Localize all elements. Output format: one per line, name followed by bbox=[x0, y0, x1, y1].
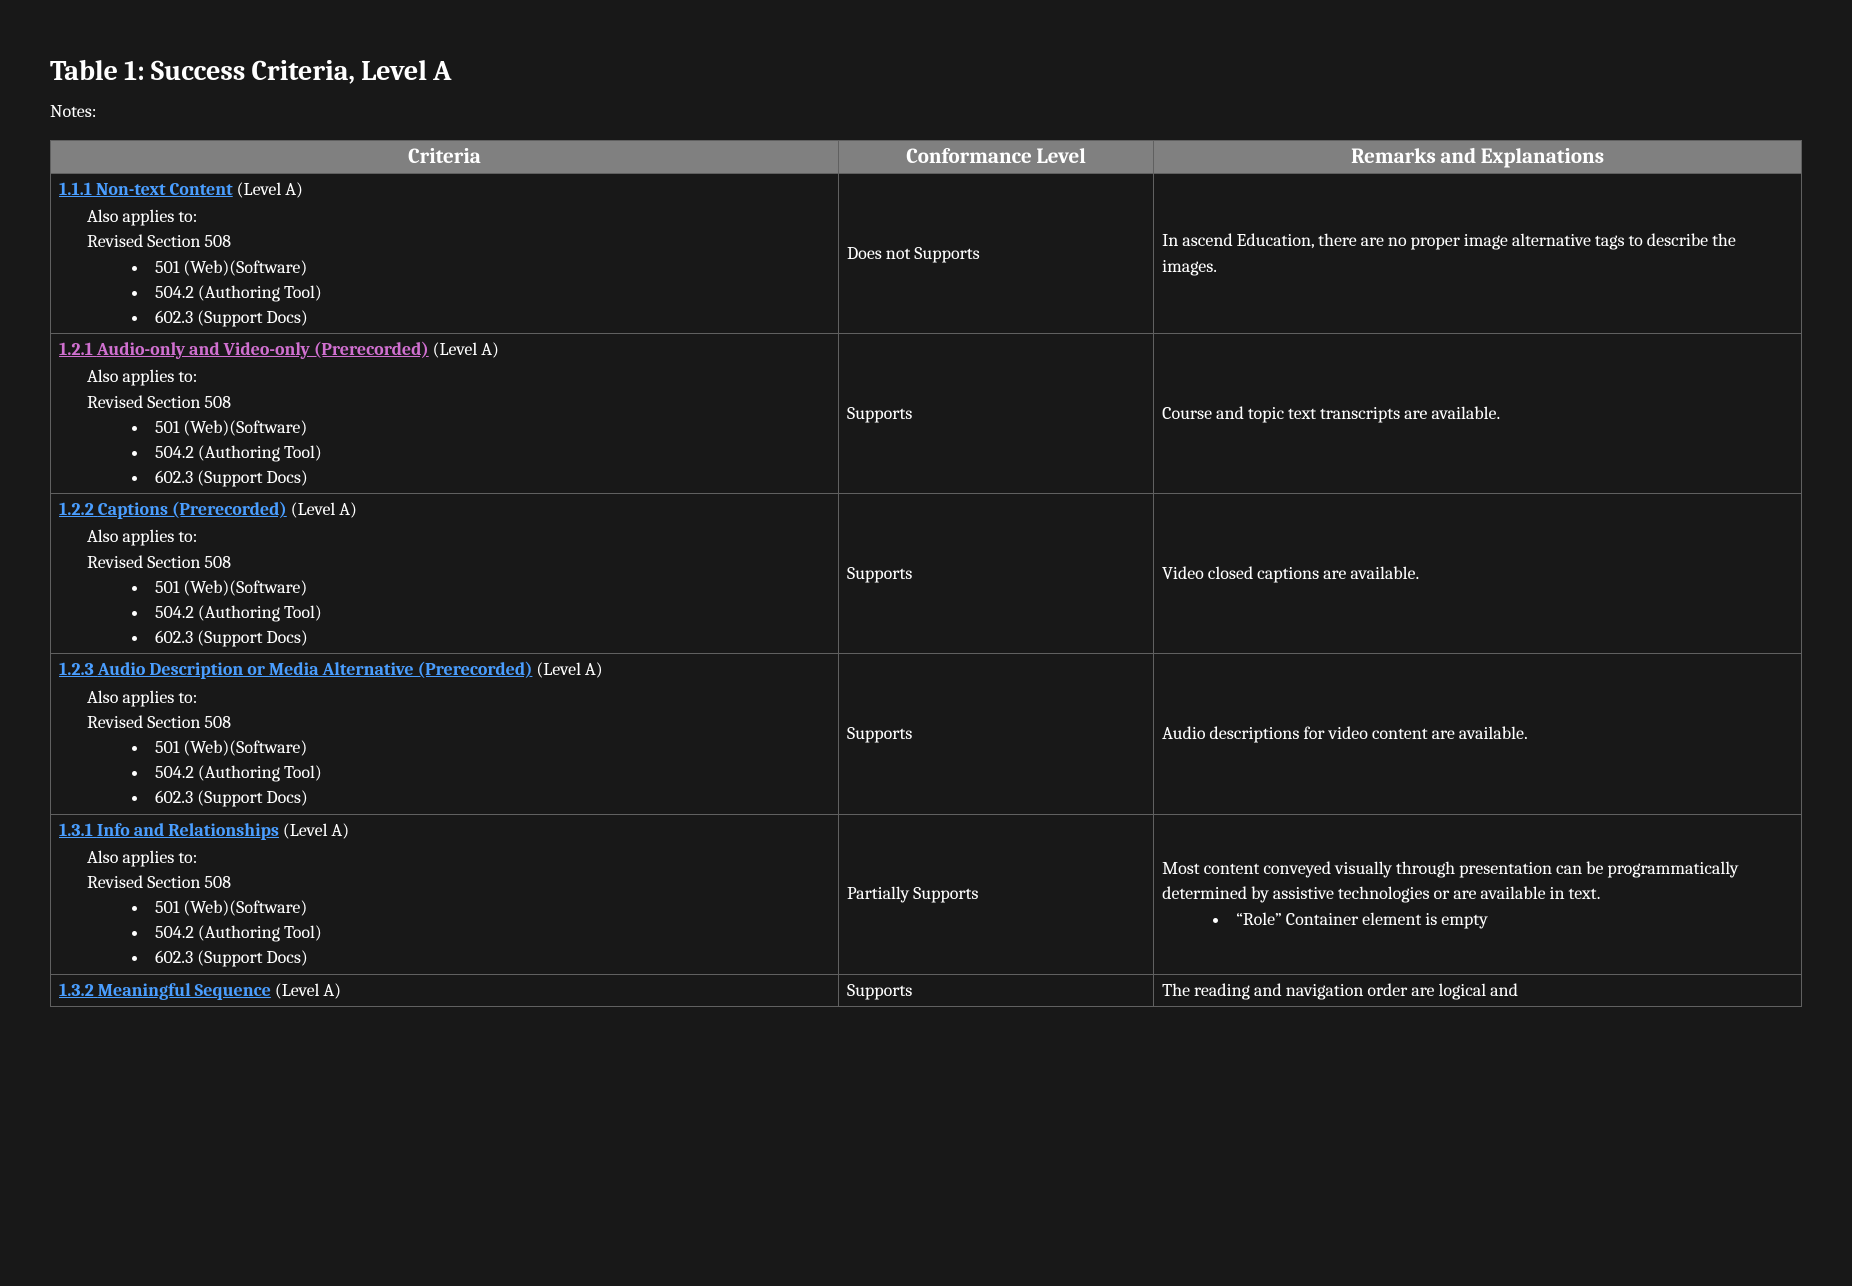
revised-508-label: Revised Section 508 bbox=[87, 870, 830, 895]
sub-list-item: 602.3 (Support Docs) bbox=[149, 305, 830, 330]
revised-508-label: Revised Section 508 bbox=[87, 710, 830, 735]
header-conformance: Conformance Level bbox=[838, 141, 1153, 174]
criteria-cell: 1.2.1 Audio-only and Video-only (Prereco… bbox=[51, 334, 839, 494]
sub-list-item: 501 (Web)(Software) bbox=[149, 575, 830, 600]
remarks-text: Most content conveyed visually through p… bbox=[1162, 856, 1793, 906]
notes-label: Notes: bbox=[50, 101, 1802, 122]
criteria-link[interactable]: 1.3.1 Info and Relationships bbox=[59, 820, 279, 841]
criteria-number: 1.3.1 bbox=[59, 820, 93, 841]
sub-list-item: 602.3 (Support Docs) bbox=[149, 625, 830, 650]
criteria-level-tag: (Level A) bbox=[279, 820, 349, 841]
sub-list: 501 (Web)(Software)504.2 (Authoring Tool… bbox=[149, 735, 830, 811]
also-applies-label: Also applies to: bbox=[87, 685, 830, 710]
sub-list-item: 501 (Web)(Software) bbox=[149, 735, 830, 760]
criteria-number: 1.3.2 bbox=[59, 980, 94, 1001]
also-applies-label: Also applies to: bbox=[87, 204, 830, 229]
conformance-cell: Supports bbox=[838, 654, 1153, 814]
criteria-link-text: Non-text Content bbox=[96, 179, 233, 200]
criteria-link-text: Audio-only and Video-only (Prerecorded) bbox=[97, 339, 429, 360]
also-applies-label: Also applies to: bbox=[87, 524, 830, 549]
sub-list-item: 504.2 (Authoring Tool) bbox=[149, 440, 830, 465]
remarks-cell: In ascend Education, there are no proper… bbox=[1154, 174, 1802, 334]
criteria-number: 1.2.3 bbox=[59, 659, 94, 680]
table-row: 1.2.2 Captions (Prerecorded) (Level A) Al… bbox=[51, 494, 1802, 654]
remarks-list-item: “Role” Container element is empty bbox=[1230, 907, 1793, 932]
header-criteria: Criteria bbox=[51, 141, 839, 174]
also-applies-label: Also applies to: bbox=[87, 845, 830, 870]
table-row: 1.3.2 Meaningful Sequence (Level A)Suppo… bbox=[51, 974, 1802, 1006]
conformance-cell: Does not Supports bbox=[838, 174, 1153, 334]
remarks-text: The reading and navigation order are log… bbox=[1162, 978, 1793, 1003]
table-row: 1.2.1 Audio-only and Video-only (Prereco… bbox=[51, 334, 1802, 494]
remarks-text: Course and topic text transcripts are av… bbox=[1162, 401, 1793, 426]
sub-list-item: 504.2 (Authoring Tool) bbox=[149, 760, 830, 785]
table-row: 1.1.1 Non-text Content (Level A) Also app… bbox=[51, 174, 1802, 334]
sub-list: 501 (Web)(Software)504.2 (Authoring Tool… bbox=[149, 895, 830, 971]
criteria-link[interactable]: 1.2.1 Audio-only and Video-only (Prereco… bbox=[59, 339, 429, 360]
criteria-link-text: Info and Relationships bbox=[97, 820, 279, 841]
criteria-cell: 1.3.2 Meaningful Sequence (Level A) bbox=[51, 974, 839, 1006]
remarks-text: In ascend Education, there are no proper… bbox=[1162, 228, 1793, 278]
revised-508-label: Revised Section 508 bbox=[87, 550, 830, 575]
criteria-link[interactable]: 1.2.2 Captions (Prerecorded) bbox=[59, 499, 287, 520]
remarks-cell: Course and topic text transcripts are av… bbox=[1154, 334, 1802, 494]
table-title: Table 1: Success Criteria, Level A bbox=[50, 55, 1802, 87]
criteria-cell: 1.2.2 Captions (Prerecorded) (Level A) Al… bbox=[51, 494, 839, 654]
criteria-link[interactable]: 1.3.2 Meaningful Sequence bbox=[59, 980, 271, 1001]
criteria-link[interactable]: 1.2.3 Audio Description or Media Alterna… bbox=[59, 659, 532, 680]
sub-list-item: 504.2 (Authoring Tool) bbox=[149, 600, 830, 625]
remarks-cell: The reading and navigation order are log… bbox=[1154, 974, 1802, 1006]
criteria-level-tag: (Level A) bbox=[532, 659, 602, 680]
table-row: 1.3.1 Info and Relationships (Level A) Al… bbox=[51, 814, 1802, 974]
also-applies-label: Also applies to: bbox=[87, 364, 830, 389]
criteria-level-tag: (Level A) bbox=[233, 179, 303, 200]
sub-list-item: 602.3 (Support Docs) bbox=[149, 465, 830, 490]
remarks-list: “Role” Container element is empty bbox=[1230, 907, 1793, 932]
criteria-cell: 1.3.1 Info and Relationships (Level A) Al… bbox=[51, 814, 839, 974]
conformance-cell: Supports bbox=[838, 334, 1153, 494]
remarks-text: Video closed captions are available. bbox=[1162, 561, 1793, 586]
sub-list-item: 602.3 (Support Docs) bbox=[149, 785, 830, 810]
remarks-text: Audio descriptions for video content are… bbox=[1162, 721, 1793, 746]
criteria-cell: 1.2.3 Audio Description or Media Alterna… bbox=[51, 654, 839, 814]
sub-list-item: 504.2 (Authoring Tool) bbox=[149, 920, 830, 945]
table-header-row: Criteria Conformance Level Remarks and E… bbox=[51, 141, 1802, 174]
conformance-cell: Supports bbox=[838, 494, 1153, 654]
conformance-cell: Supports bbox=[838, 974, 1153, 1006]
revised-508-label: Revised Section 508 bbox=[87, 229, 830, 254]
criteria-link[interactable]: 1.1.1 Non-text Content bbox=[59, 179, 233, 200]
criteria-link-text: Meaningful Sequence bbox=[98, 980, 271, 1001]
remarks-cell: Most content conveyed visually through p… bbox=[1154, 814, 1802, 974]
revised-508-label: Revised Section 508 bbox=[87, 390, 830, 415]
sub-list-item: 602.3 (Support Docs) bbox=[149, 945, 830, 970]
criteria-table: Criteria Conformance Level Remarks and E… bbox=[50, 140, 1802, 1007]
sub-list: 501 (Web)(Software)504.2 (Authoring Tool… bbox=[149, 255, 830, 331]
conformance-cell: Partially Supports bbox=[838, 814, 1153, 974]
criteria-number: 1.1.1 bbox=[59, 179, 92, 200]
criteria-link-text: Captions (Prerecorded) bbox=[98, 499, 287, 520]
sub-list: 501 (Web)(Software)504.2 (Authoring Tool… bbox=[149, 415, 830, 491]
sub-list-item: 501 (Web)(Software) bbox=[149, 895, 830, 920]
remarks-cell: Audio descriptions for video content are… bbox=[1154, 654, 1802, 814]
criteria-level-tag: (Level A) bbox=[271, 980, 341, 1001]
criteria-level-tag: (Level A) bbox=[287, 499, 357, 520]
remarks-cell: Video closed captions are available. bbox=[1154, 494, 1802, 654]
criteria-link-text: Audio Description or Media Alternative (… bbox=[98, 659, 533, 680]
sub-list-item: 501 (Web)(Software) bbox=[149, 415, 830, 440]
criteria-level-tag: (Level A) bbox=[429, 339, 499, 360]
sub-list-item: 501 (Web)(Software) bbox=[149, 255, 830, 280]
sub-list-item: 504.2 (Authoring Tool) bbox=[149, 280, 830, 305]
table-row: 1.2.3 Audio Description or Media Alterna… bbox=[51, 654, 1802, 814]
criteria-cell: 1.1.1 Non-text Content (Level A) Also app… bbox=[51, 174, 839, 334]
header-remarks: Remarks and Explanations bbox=[1154, 141, 1802, 174]
criteria-number: 1.2.1 bbox=[59, 339, 93, 360]
sub-list: 501 (Web)(Software)504.2 (Authoring Tool… bbox=[149, 575, 830, 651]
criteria-number: 1.2.2 bbox=[59, 499, 94, 520]
